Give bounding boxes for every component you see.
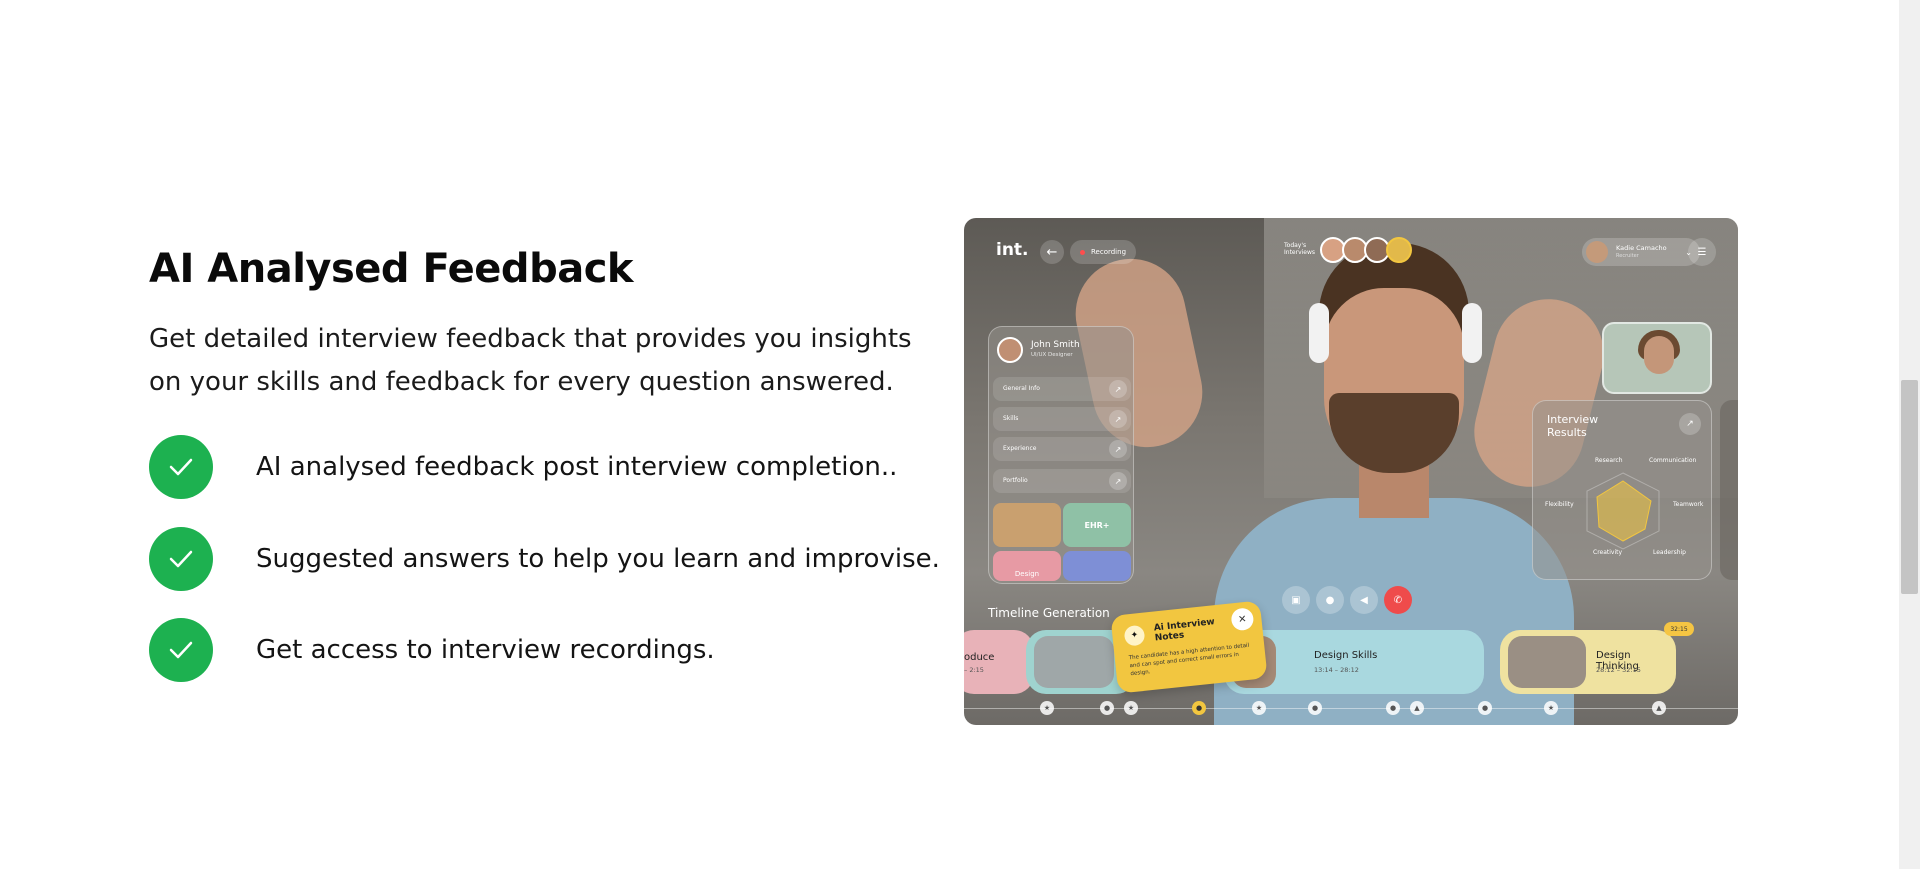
arrow-up-right-icon: ↗ <box>1679 413 1701 435</box>
timeline-card-name: Design Skills <box>1314 650 1378 661</box>
timeline-title: Timeline Generation <box>988 606 1110 620</box>
headphone-right <box>1462 303 1482 363</box>
star-icon: ★ <box>1252 701 1266 715</box>
comment-icon: ● <box>1386 701 1400 715</box>
portfolio-tile: EHR+ <box>1063 503 1131 547</box>
star-icon: ★ <box>1544 701 1558 715</box>
comment-icon: ● <box>1478 701 1492 715</box>
page-scrollbar[interactable] <box>1899 0 1920 869</box>
feature-text: Get access to interview recordings. <box>256 635 715 665</box>
notes-title: Ai Interview Notes <box>1153 617 1216 644</box>
end-call-icon: ✆ <box>1384 586 1412 614</box>
radar-label: Communication <box>1649 457 1697 464</box>
results-title: Interview Results <box>1547 413 1599 439</box>
user-menu: Kadie Camacho Recruiter ⌄ <box>1582 238 1700 266</box>
timeline-card-time: 13:14 – 28:12 <box>1314 666 1359 674</box>
thumbs-up-icon: ▲ <box>1652 701 1666 715</box>
arrow-up-right-icon: ↗ <box>1109 380 1127 398</box>
radar-label: Flexibility <box>1545 501 1574 508</box>
arrow-up-right-icon: ↗ <box>1109 472 1127 490</box>
arrow-up-right-icon: ↗ <box>1109 440 1127 458</box>
portfolio-tile <box>1063 551 1131 581</box>
timeline-thumbnail <box>1034 636 1114 688</box>
comment-icon: ● <box>1192 701 1206 715</box>
radar-label: Teamwork <box>1673 501 1704 508</box>
recording-label: Recording <box>1091 248 1127 256</box>
arrow-left-icon: ← <box>1040 240 1064 264</box>
ai-notes-card: ✦ Ai Interview Notes ✕ The candidate has… <box>1110 600 1268 694</box>
user-role: Recruiter <box>1616 253 1639 259</box>
feature-item: AI analysed feedback post interview comp… <box>149 435 897 499</box>
timeline-card: oduce – 2:15 <box>964 630 1034 694</box>
timeline-card-time: 28:12 – 32:15 <box>1596 666 1641 674</box>
menu-icon: ☰ <box>1688 238 1716 266</box>
timeline-card-name: oduce <box>964 652 995 663</box>
recording-dot-icon <box>1080 249 1085 255</box>
notes-body: The candidate has a high attention to de… <box>1128 642 1250 678</box>
feature-item: Get access to interview recordings. <box>149 618 715 682</box>
candidate-role: UI/UX Designer <box>1031 352 1073 358</box>
recording-pill: Recording <box>1070 240 1136 264</box>
todays-interviews-label: Today's Interviews <box>1284 242 1316 256</box>
app-logo: int. <box>996 240 1029 260</box>
check-circle-icon <box>149 527 213 591</box>
avatar <box>1386 237 1412 263</box>
thumbs-up-icon: ▲ <box>1410 701 1424 715</box>
user-info: Kadie Camacho Recruiter <box>1616 244 1667 260</box>
wand-icon: ✦ <box>1123 624 1146 647</box>
candidate-name: John Smith <box>1031 340 1080 350</box>
user-name: Kadie Camacho <box>1616 244 1667 252</box>
headphone-left <box>1309 303 1329 363</box>
profile-row: Portfolio ↗ <box>993 469 1131 493</box>
scrollbar-thumb[interactable] <box>1901 380 1918 594</box>
timeline-card: Design Thinking 28:12 – 32:15 <box>1500 630 1676 694</box>
speaker-icon: ◀ <box>1350 586 1378 614</box>
row-label: Portfolio <box>1003 477 1028 484</box>
avatar <box>1586 241 1608 263</box>
timeline-badge: 32:15 <box>1664 622 1694 636</box>
profile-row: Skills ↗ <box>993 407 1131 431</box>
self-view-video <box>1602 322 1712 394</box>
interview-results-panel: Interview Results ↗ Research Communicati… <box>1532 400 1712 580</box>
portfolio-tile: Design <box>993 551 1061 581</box>
section-heading: AI Analysed Feedback <box>149 246 634 292</box>
arrow-up-right-icon: ↗ <box>1109 410 1127 428</box>
camera-icon: ▣ <box>1282 586 1310 614</box>
timeline-thumbnail <box>1508 636 1586 688</box>
star-icon: ★ <box>1124 701 1138 715</box>
interviewee-avatars <box>1320 237 1412 263</box>
section-description: Get detailed interview feedback that pro… <box>149 324 912 397</box>
comment-icon: ● <box>1308 701 1322 715</box>
timeline-track <box>964 708 1738 709</box>
candidate-panel: John Smith UI/UX Designer General Info ↗ … <box>988 326 1134 584</box>
star-icon: ★ <box>1040 701 1054 715</box>
feature-item: Suggested answers to help you learn and … <box>149 527 940 591</box>
avatar <box>997 337 1023 363</box>
radar-label: Research <box>1595 457 1623 464</box>
row-label: General Info <box>1003 385 1040 392</box>
portfolio-tile <box>993 503 1061 547</box>
profile-row: General Info ↗ <box>993 377 1131 401</box>
mini-head <box>1644 336 1674 374</box>
feature-text: AI analysed feedback post interview comp… <box>256 452 898 482</box>
product-screenshot: int. ← Recording Today's Interviews Kadi… <box>964 218 1738 725</box>
radar-chart <box>1586 472 1660 550</box>
next-panel-edge <box>1720 400 1738 580</box>
check-circle-icon <box>149 618 213 682</box>
profile-row: Experience ↗ <box>993 437 1131 461</box>
check-circle-icon <box>149 435 213 499</box>
feature-text: Suggested answers to help you learn and … <box>256 544 940 574</box>
timeline-card-time: – 2:15 <box>964 666 984 674</box>
row-label: Skills <box>1003 415 1019 422</box>
microphone-icon: ● <box>1316 586 1344 614</box>
close-icon: ✕ <box>1230 607 1255 632</box>
comment-icon: ● <box>1100 701 1114 715</box>
row-label: Experience <box>1003 445 1037 452</box>
